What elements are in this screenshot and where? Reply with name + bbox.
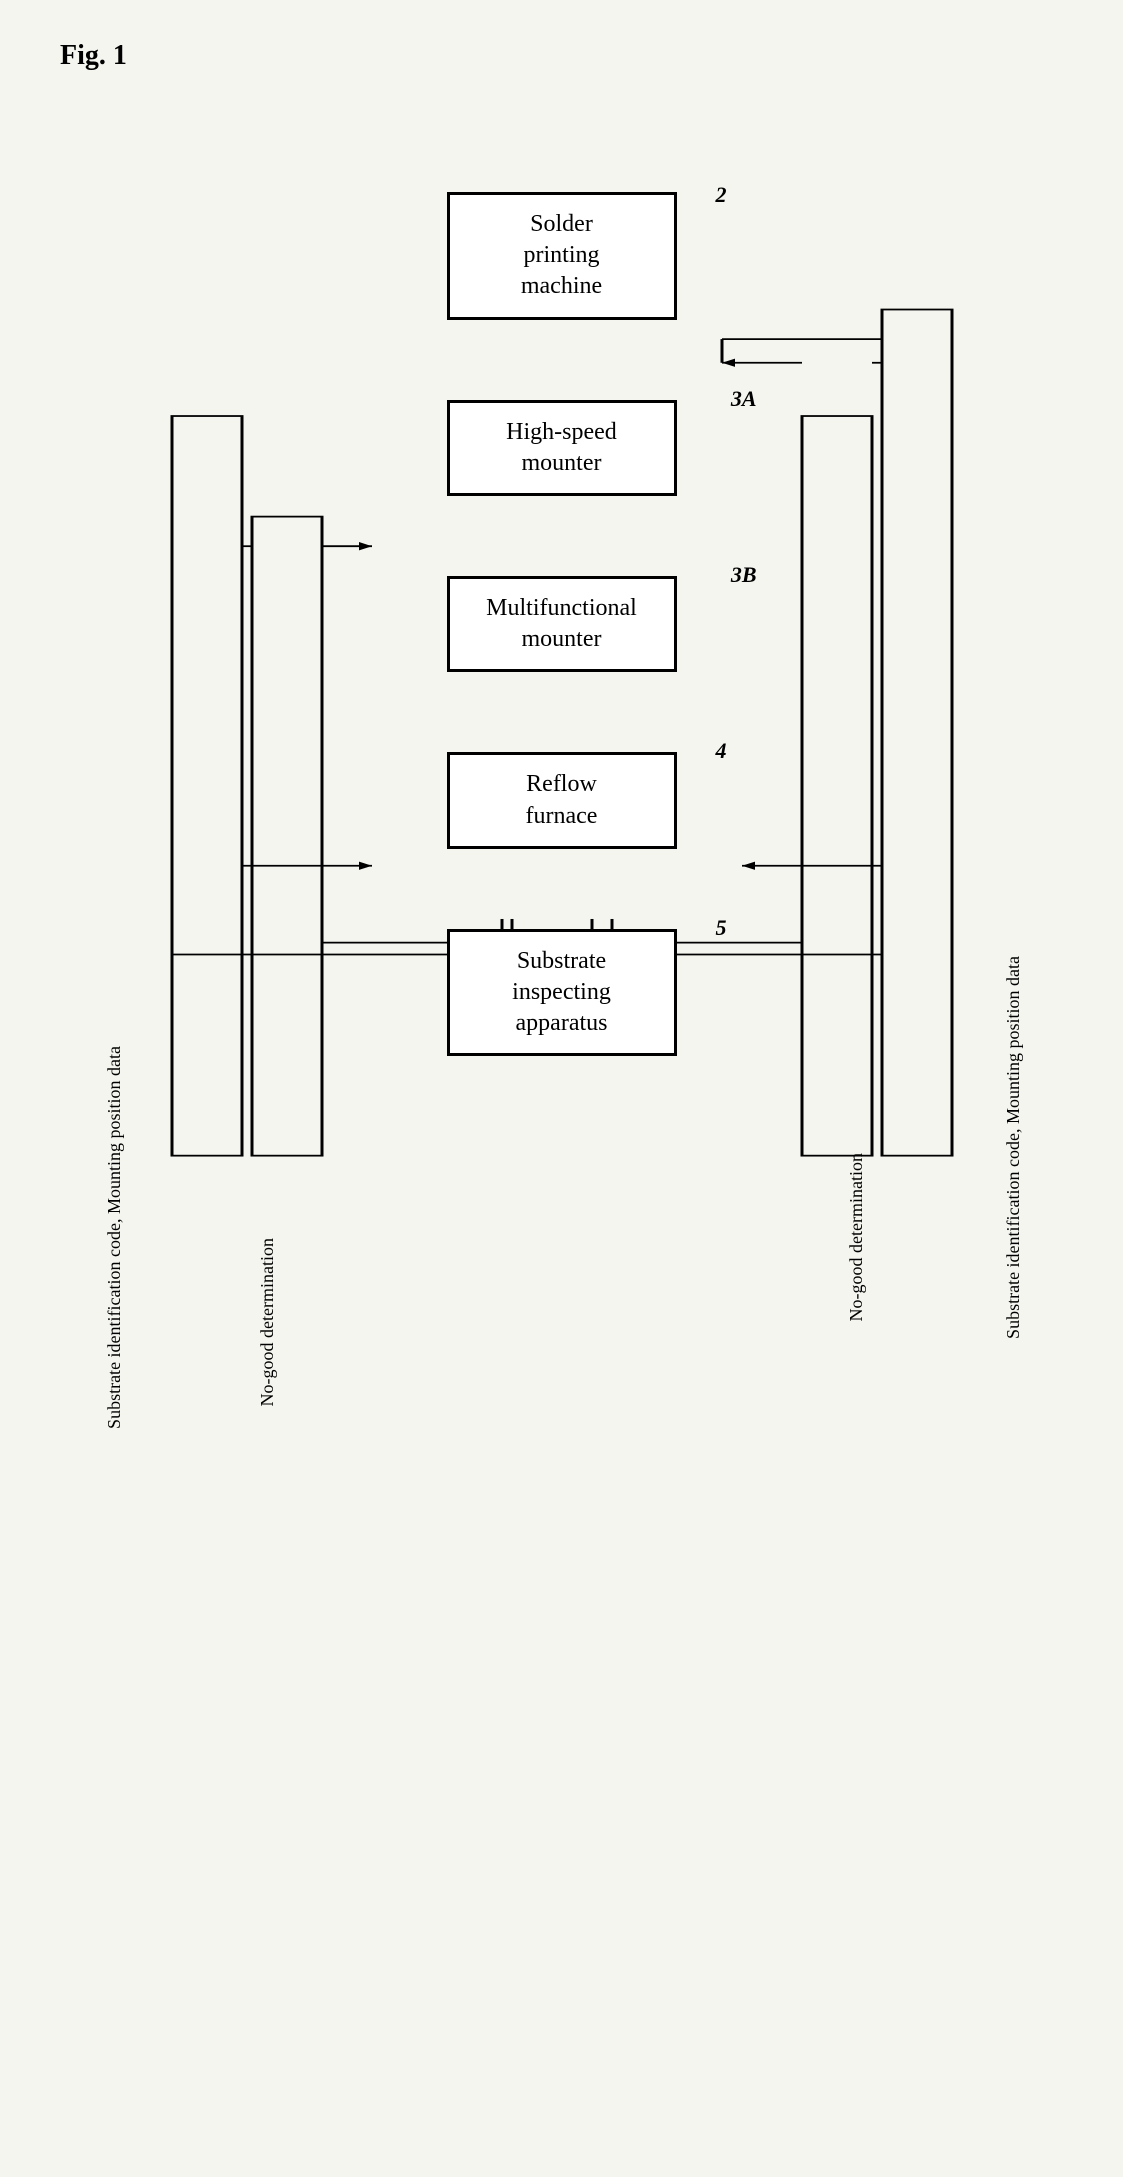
- solder-printing-box: Solder printing machine: [447, 192, 677, 320]
- flow-diagram: Solder printing machine 2 High-speed mou…: [162, 132, 962, 1176]
- multifunctional-mounter-box: Multifunctional mounter: [447, 576, 677, 672]
- ref-3b: 3B: [731, 562, 757, 588]
- left-outer-label: Substrate identification code, Mounting …: [102, 1046, 127, 1429]
- left-inner-label: No-good determination: [257, 1238, 278, 1406]
- diagram: Solder printing machine 2 High-speed mou…: [162, 132, 962, 1256]
- ref-5: 5: [716, 915, 727, 941]
- fig-label: Fig. 1: [60, 40, 1063, 72]
- right-inner-label: No-good determination: [846, 1153, 867, 1321]
- high-speed-mounter-box: High-speed mounter: [447, 400, 677, 496]
- ref-4: 4: [716, 738, 727, 764]
- right-outer-label: Substrate identification code, Mounting …: [1001, 956, 1026, 1339]
- ref-3a: 3A: [731, 386, 757, 412]
- ref-2: 2: [716, 182, 727, 208]
- substrate-inspecting-box: Substrate inspecting apparatus: [447, 929, 677, 1057]
- reflow-furnace-box: Reflow furnace: [447, 752, 677, 848]
